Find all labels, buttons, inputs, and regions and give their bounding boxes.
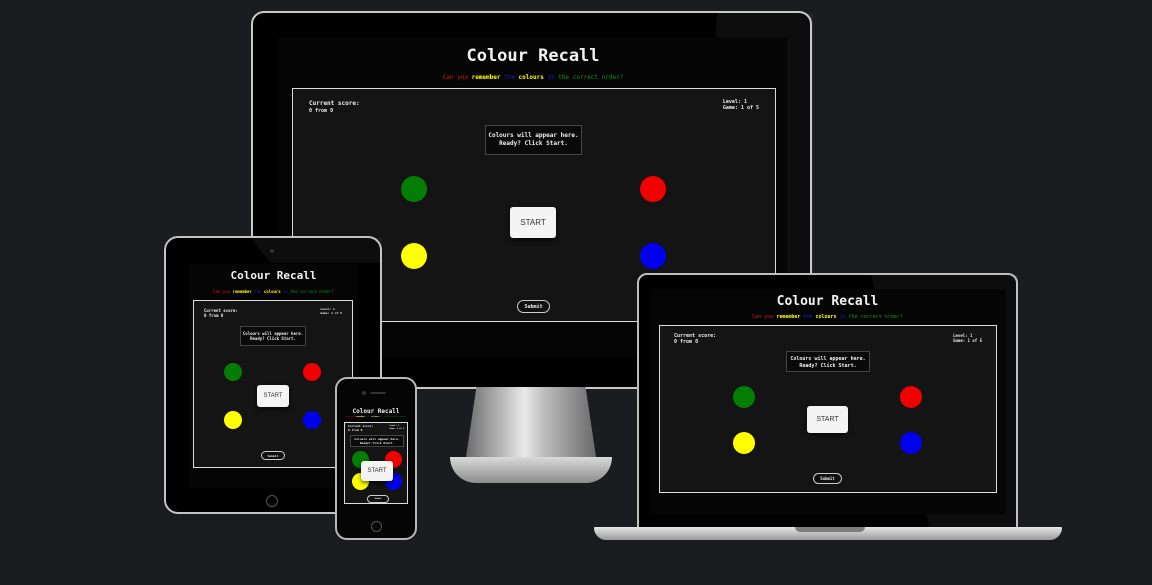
game-title: Colour Recall: [466, 46, 600, 66]
phone-device: Colour Recall Can you remember the colou…: [335, 377, 417, 540]
level-info: Level: 1 Game: 1 of 5: [320, 307, 342, 315]
game-panel: Current score: 0 from 0 Level: 1 Game: 1 o…: [344, 422, 408, 504]
game-title: Colour Recall: [230, 269, 317, 282]
start-button[interactable]: START: [510, 207, 556, 238]
start-button[interactable]: START: [807, 406, 848, 433]
start-button[interactable]: START: [257, 385, 289, 407]
level-info: Level: 1 Game: 1 of 5: [722, 99, 759, 112]
level-info: Level: 1 Game: 1 of 5: [389, 425, 404, 430]
tagline: Can you remember the colours in the corr…: [345, 416, 407, 418]
phone-screen: Colour Recall Can you remember the colou…: [340, 406, 412, 514]
phone-camera-icon: [362, 391, 366, 395]
yellow-button[interactable]: [401, 243, 427, 269]
red-button[interactable]: [303, 363, 321, 381]
game-panel: Current score: 0 from 0 Level: 1 Game: 1 o…: [193, 300, 353, 468]
game-title: Colour Recall: [352, 408, 400, 415]
green-button[interactable]: [224, 363, 242, 381]
submit-button[interactable]: Submit: [517, 300, 550, 313]
green-button[interactable]: [401, 176, 427, 202]
level-info: Level: 1 Game: 1 of 5: [953, 333, 982, 343]
laptop-screen: Colour Recall Can you remember the colou…: [649, 289, 1006, 515]
yellow-button[interactable]: [733, 432, 755, 454]
laptop-device: Colour Recall Can you remember the colou…: [637, 273, 1018, 531]
tagline: Can you remember the colours in the corr…: [213, 289, 334, 294]
message-box: Colours will appear here. Ready? Click St…: [786, 351, 870, 372]
submit-button[interactable]: Submit: [261, 451, 285, 460]
game-title: Colour Recall: [776, 294, 879, 309]
message-box: Colours will appear here. Ready? Click St…: [350, 435, 404, 447]
submit-button[interactable]: Submit: [813, 473, 842, 484]
tagline: Can you remember the colours in the corr…: [442, 74, 624, 81]
green-button[interactable]: [733, 386, 755, 408]
monitor-stand: [466, 387, 596, 457]
current-score: Current score: 0 from 0: [309, 100, 360, 114]
laptop-trackpad-notch: [795, 527, 865, 532]
tablet-screen: Colour Recall Can you remember the colou…: [189, 264, 358, 488]
current-score: Current score: 0 from 0: [348, 424, 374, 432]
game-panel: Current score: 0 from 0 Level: 1 Game: 1 o…: [659, 325, 997, 493]
blue-button[interactable]: [640, 243, 666, 269]
start-button[interactable]: START: [361, 461, 393, 481]
message-box: Colours will appear here. Ready? Click St…: [485, 125, 582, 155]
blue-button[interactable]: [900, 432, 922, 454]
current-score: Current score: 0 from 0: [204, 308, 238, 318]
yellow-button[interactable]: [224, 411, 242, 429]
phone-home-button[interactable]: [371, 521, 382, 532]
red-button[interactable]: [640, 176, 666, 202]
red-button[interactable]: [900, 386, 922, 408]
phone-speaker: [370, 392, 386, 394]
current-score: Current score: 0 from 0: [674, 333, 717, 346]
blue-button[interactable]: [303, 411, 321, 429]
tablet-home-button[interactable]: [266, 495, 278, 507]
submit-button[interactable]: Submit: [367, 495, 389, 503]
message-box: Colours will appear here. Ready? Click St…: [240, 326, 306, 346]
monitor-stand-base: [450, 457, 612, 483]
tagline: Can you remember the colours in the corr…: [752, 314, 903, 320]
tablet-camera-icon: [270, 249, 274, 253]
